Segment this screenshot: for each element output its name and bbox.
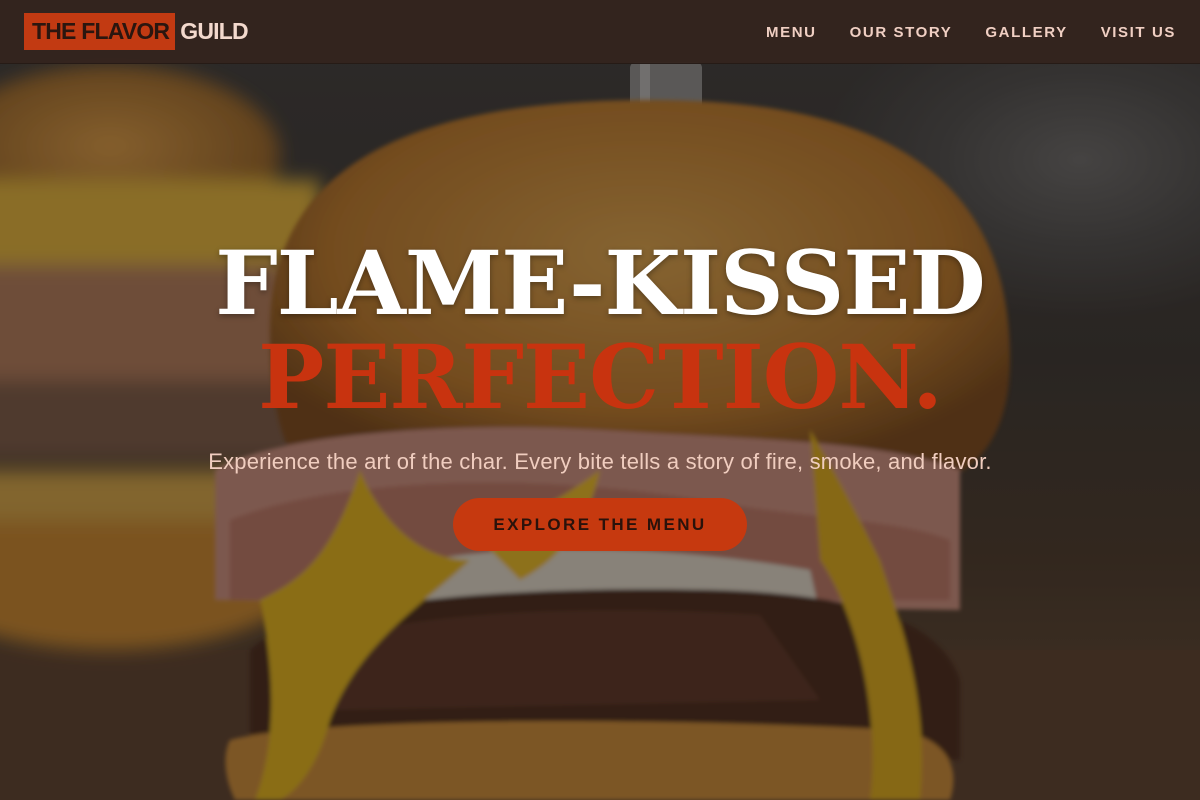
explore-menu-button[interactable]: EXPLORE THE MENU [453,498,747,551]
brand-logo-mark: THE FLAVOR [24,13,176,50]
hero-subtext: Experience the art of the char. Every bi… [208,449,992,474]
site-header: THE FLAVOR GUILD MENU OUR STORY GALLERY … [0,0,1200,64]
nav-item-visit-us[interactable]: VISIT US [1101,24,1176,41]
brand-logo-word: GUILD [180,18,248,44]
hero-headline-line-1: FLAME-KISSED [215,231,985,335]
hero-headline-line-2: PERFECTION. [258,325,943,429]
hero-headline: FLAME-KISSED PERFECTION. [0,236,1200,424]
brand-logo[interactable]: THE FLAVOR GUILD [24,13,249,50]
hero-content: FLAME-KISSED PERFECTION. Experience the … [0,236,1200,551]
nav-item-menu[interactable]: MENU [766,24,817,41]
nav-item-our-story[interactable]: OUR STORY [850,24,953,41]
main-nav: MENU OUR STORY GALLERY VISIT US [766,0,1176,64]
nav-item-gallery[interactable]: GALLERY [985,24,1067,41]
